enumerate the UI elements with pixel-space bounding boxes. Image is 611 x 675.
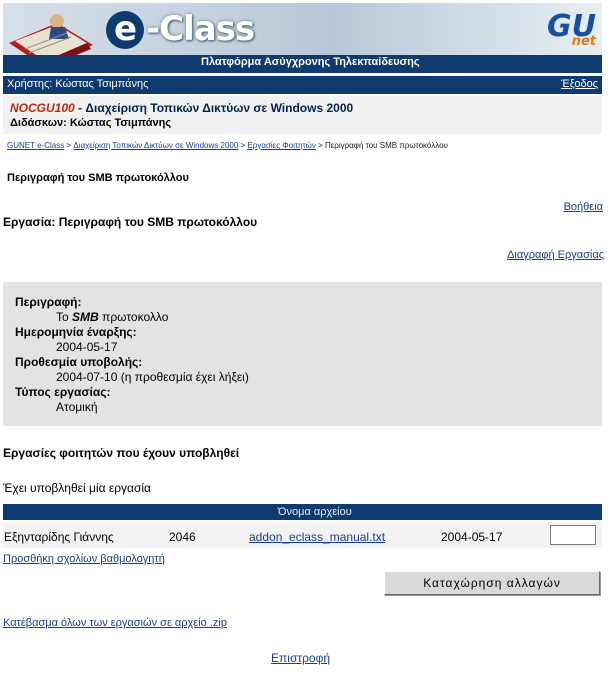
- header-banner: e -Class GU net: [3, 3, 602, 55]
- registration-number: 2046: [169, 530, 196, 544]
- assignment-title: Εργασία: Περιγραφή του SMB πρωτοκόλλου: [3, 215, 258, 229]
- column-file-name: Όνομα αρχείου: [278, 506, 352, 518]
- sort-submission-date[interactable]: Ημερομηνία αποστολής: [415, 506, 530, 518]
- grade-input[interactable]: [550, 525, 596, 545]
- help-link[interactable]: Βοήθεια: [564, 201, 603, 213]
- course-code: NOCGU100: [10, 101, 75, 115]
- description-label: Περιγραφή:: [15, 295, 82, 309]
- submission-date: 2004-05-17: [441, 530, 503, 544]
- platform-subtitle-bar: Πλατφόρμα Ασύγχρονης Τηλεκπαίδευσης: [3, 55, 602, 73]
- platform-subtitle: Πλατφόρμα Ασύγχρονης Τηλεκπαίδευσης: [201, 56, 420, 68]
- breadcrumb: GUNET e-Class > Διαχείριση Τοπικών Δικτύ…: [7, 141, 448, 150]
- course-title: Διαχείριση Τοπικών Δικτύων σε Windows 20…: [85, 101, 354, 115]
- start-date-value: 2004-05-17: [56, 340, 118, 354]
- description-value: Το SMB πρωτοκολλο: [56, 310, 169, 324]
- user-bar: Χρήστης: Κώστας Τσιμπάνης Έξοδος: [3, 76, 602, 94]
- sort-registration-number[interactable]: Αρ. Μητρώου: [134, 506, 200, 518]
- assignment-details: Περιγραφή: Το SMB πρωτοκολλο Ημερομηνία …: [3, 282, 602, 426]
- page-title: Περιγραφή του SMB πρωτοκόλλου: [7, 172, 189, 184]
- sort-grade[interactable]: Βαθμός: [553, 506, 591, 518]
- breadcrumb-current: Περιγραφή του SMB πρωτοκόλλου: [324, 141, 448, 150]
- submissions-table-header: Όνομα φοιτητή Αρ. Μητρώου Όνομα αρχείου …: [3, 504, 602, 520]
- current-user: Χρήστης: Κώστας Τσιμπάνης: [7, 78, 149, 90]
- submissions-title: Εργασίες φοιτητών που έχουν υποβληθεί: [3, 446, 240, 460]
- assignment-type-label: Τύπος εργασίας:: [15, 385, 111, 399]
- breadcrumb-home[interactable]: GUNET e-Class: [7, 141, 64, 150]
- student-name: Εξηνταρίδης Γιάννης: [4, 530, 114, 544]
- breadcrumb-assignments[interactable]: Εργασίες Φοιτητών: [247, 141, 315, 150]
- table-row: Εξηνταρίδης Γιάννης 2046 addon_eclass_ma…: [3, 522, 602, 548]
- save-changes-button[interactable]: Καταχώρηση αλλαγών: [384, 571, 600, 595]
- back-link[interactable]: Επιστροφή: [271, 651, 330, 665]
- submissions-count: Έχει υποβληθεί μία εργασία: [3, 481, 151, 495]
- download-zip-link[interactable]: Κατέβασμα όλων των εργασιών σε αρχείο .z…: [3, 617, 227, 629]
- deadline-value: 2004-07-10 (η προθεσμία έχει λήξει): [56, 370, 249, 384]
- assignment-type-value: Ατομική: [56, 400, 98, 414]
- eclass-logo: e -Class: [106, 9, 255, 49]
- submitted-file-link[interactable]: addon_eclass_manual.txt: [249, 530, 385, 544]
- logout-link[interactable]: Έξοδος: [561, 78, 598, 90]
- start-date-label: Ημερομηνία έναρξης:: [15, 325, 137, 339]
- sort-student-name[interactable]: Όνομα φοιτητή: [7, 506, 80, 518]
- deadline-label: Προθεσμία υποβολής:: [15, 355, 143, 369]
- book-logo-icon: [9, 14, 93, 55]
- course-info: NOCGU100 - Διαχείριση Τοπικών Δικτύων σε…: [3, 96, 602, 134]
- course-teacher: Διδάσκων: Κώστας Τσιμπάνης: [10, 117, 172, 129]
- add-grader-comments-link[interactable]: Προσθήκη σχολίων βαθμολογητή: [3, 553, 165, 565]
- delete-assignment-link[interactable]: Διαγραφή Εργασίας: [507, 249, 604, 261]
- course-title-line: NOCGU100 - Διαχείριση Τοπικών Δικτύων σε…: [10, 101, 354, 115]
- gunet-logo: GU net: [547, 9, 596, 49]
- breadcrumb-course[interactable]: Διαχείριση Τοπικών Δικτύων σε Windows 20…: [73, 141, 238, 150]
